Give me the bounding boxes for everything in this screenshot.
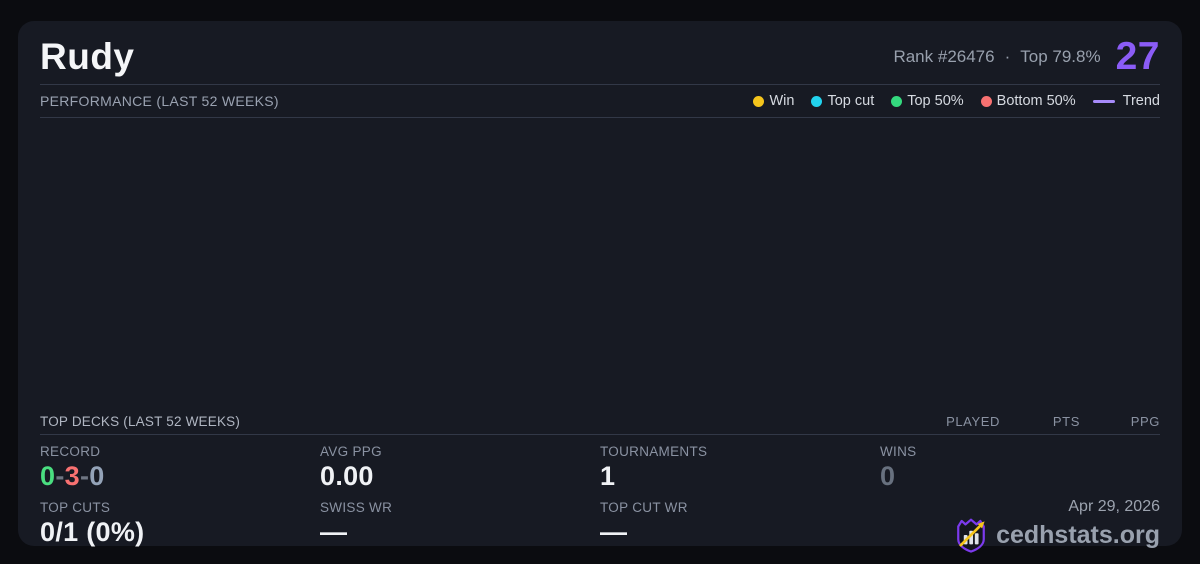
- stat-label: TOP CUT WR: [600, 500, 688, 515]
- win-dot-icon: [753, 95, 765, 107]
- performance-chart: [40, 118, 1160, 408]
- stat-label: SWISS WR: [320, 500, 393, 515]
- top-cut-wr-value: —: [600, 517, 628, 547]
- stat-label: TOURNAMENTS: [600, 444, 708, 459]
- top-decks-column-headers: PLAYED PTS PPG: [920, 414, 1160, 429]
- legend-item-bottom-50: Bottom 50%: [980, 93, 1076, 109]
- stat-record: RECORD 0-3-0: [40, 435, 320, 491]
- stat-label: WINS: [880, 444, 917, 459]
- performance-section-header: PERFORMANCE (LAST 52 WEEKS) Win Top cut …: [40, 85, 1160, 118]
- legend-item-win: Win: [753, 93, 794, 109]
- brand-text: cedhstats.org: [996, 520, 1160, 549]
- stat-label: RECORD: [40, 444, 101, 459]
- brand: cedhstats.org: [880, 517, 1160, 553]
- record-losses: 3: [64, 461, 80, 491]
- swiss-wr-value: —: [320, 517, 348, 547]
- score-value: 27: [1115, 34, 1160, 78]
- top-cuts-value: 0/1 (0%): [40, 517, 145, 547]
- column-header-played: PLAYED: [946, 413, 1000, 429]
- stat-top-cut-wr: TOP CUT WR —: [600, 491, 880, 547]
- stat-top-cuts: TOP CUTS 0/1 (0%): [40, 491, 320, 547]
- rank-separator: ·: [1004, 46, 1011, 66]
- rank-summary: Rank #26476 · Top 79.8% 27: [893, 35, 1160, 79]
- legend-item-trend: Trend: [1092, 93, 1160, 109]
- legend-item-top-50: Top 50%: [891, 93, 964, 109]
- top-percent-text: Top 79.8%: [1020, 46, 1101, 66]
- column-header-ppg: PPG: [1130, 413, 1160, 429]
- record-draws: 0: [89, 461, 105, 491]
- top-cut-dot-icon: [811, 95, 823, 107]
- trend-line-icon: [1092, 99, 1115, 103]
- column-header-pts: PTS: [1052, 413, 1080, 429]
- card-footer: Apr 29, 2026 cedhstats.org: [880, 491, 1160, 553]
- stat-wins: WINS 0: [880, 435, 1160, 491]
- player-name: Rudy: [40, 35, 135, 77]
- rank-text: Rank #26476: [893, 46, 995, 66]
- top-50-dot-icon: [891, 95, 903, 107]
- record-wins: 0: [40, 461, 56, 491]
- date-text: Apr 29, 2026: [1068, 498, 1160, 515]
- stat-avg-ppg: AVG PPG 0.00: [320, 435, 600, 491]
- performance-title: PERFORMANCE (LAST 52 WEEKS): [40, 93, 279, 109]
- top-decks-title: TOP DECKS (LAST 52 WEEKS): [40, 413, 241, 429]
- bottom-50-dot-icon: [980, 95, 992, 107]
- stat-tournaments: TOURNAMENTS 1: [600, 435, 880, 491]
- legend-label: Top cut: [827, 93, 875, 109]
- stat-swiss-wr: SWISS WR —: [320, 491, 600, 547]
- avg-ppg-value: 0.00: [320, 461, 374, 491]
- player-stats-card: Rudy Rank #26476 · Top 79.8% 27 PERFORMA…: [18, 21, 1182, 553]
- legend-label: Bottom 50%: [996, 93, 1076, 109]
- tournaments-value: 1: [600, 461, 616, 491]
- wins-value: 0: [880, 461, 896, 491]
- legend-item-top-cut: Top cut: [811, 93, 874, 109]
- top-decks-section-header: TOP DECKS (LAST 52 WEEKS) PLAYED PTS PPG: [40, 408, 1160, 435]
- stat-label: TOP CUTS: [40, 500, 111, 515]
- rank-line: Rank #26476 · Top 79.8%: [893, 47, 1100, 67]
- stat-label: AVG PPG: [320, 444, 382, 459]
- stats-grid: RECORD 0-3-0 AVG PPG 0.00 TOURNAMENTS 1 …: [40, 435, 1160, 553]
- card-header: Rudy Rank #26476 · Top 79.8% 27: [40, 21, 1160, 85]
- record-dash: -: [55, 461, 65, 491]
- cedhstats-logo-icon: [954, 517, 988, 553]
- chart-legend: Win Top cut Top 50% Bottom 50% Trend: [753, 93, 1160, 109]
- record-dash: -: [79, 461, 90, 491]
- legend-label: Win: [769, 93, 795, 109]
- legend-label: Trend: [1122, 93, 1160, 109]
- record-value: 0-3-0: [40, 461, 320, 492]
- legend-label: Top 50%: [907, 93, 964, 109]
